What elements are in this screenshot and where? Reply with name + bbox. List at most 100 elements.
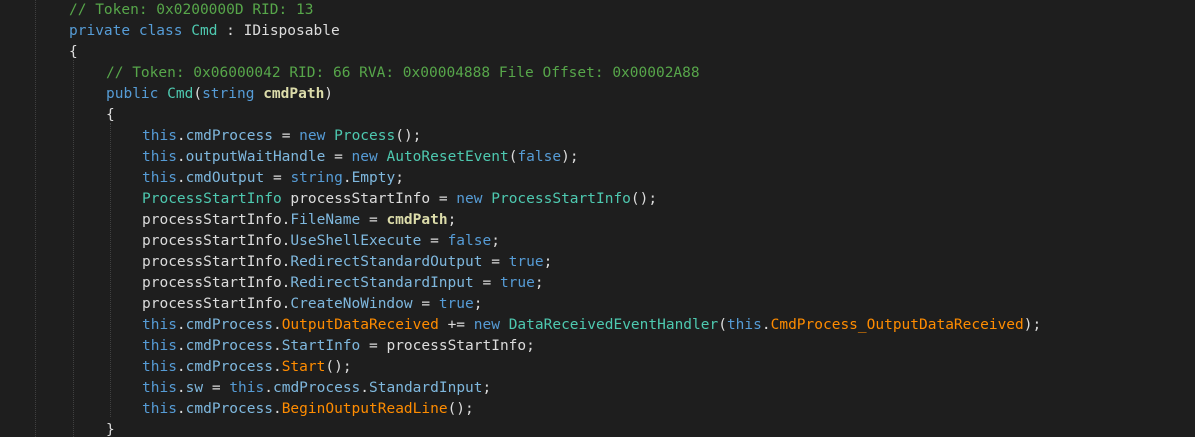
code-line[interactable]: processStartInfo.FileName = cmdPath; xyxy=(0,210,456,231)
code-token: string xyxy=(290,170,343,186)
code-token: cmdProcess xyxy=(185,401,273,417)
code-token: this xyxy=(229,380,265,396)
code-token: cmdProcess xyxy=(185,338,273,354)
code-token: true xyxy=(499,275,535,291)
code-token: this xyxy=(142,317,177,333)
code-token: sw xyxy=(185,380,204,396)
code-line[interactable]: processStartInfo.UseShellExecute = false… xyxy=(0,231,500,252)
code-token: cmdPath xyxy=(263,86,325,102)
code-token: // Token: 0x06000042 RID: 66 RVA: 0x0000… xyxy=(106,65,700,81)
code-token: . xyxy=(176,128,186,144)
code-token: false xyxy=(447,233,492,249)
code-token: Cmd xyxy=(191,23,218,39)
code-token: ; xyxy=(491,233,500,249)
code-line[interactable]: // Token: 0x0200000D RID: 13 xyxy=(0,0,313,21)
code-token: RedirectStandardInput xyxy=(290,275,474,291)
code-token: class xyxy=(138,23,183,39)
code-token: true xyxy=(508,254,544,270)
code-token: this xyxy=(142,128,177,144)
code-token: = xyxy=(360,212,387,228)
code-token: Empty xyxy=(351,170,396,186)
code-token: = xyxy=(325,149,352,165)
code-token: // Token: 0x0200000D RID: 13 xyxy=(69,2,314,18)
code-token: this xyxy=(142,359,177,375)
code-line[interactable]: this.cmdProcess.StartInfo = processStart… xyxy=(0,336,535,357)
code-token: this xyxy=(142,149,177,165)
code-token: . xyxy=(176,380,186,396)
code-token: = xyxy=(264,170,291,186)
code-token: cmdPath xyxy=(386,212,448,228)
code-token: ); xyxy=(561,149,579,165)
code-editor[interactable]: // Token: 0x0200000D RID: 13 private clas… xyxy=(0,0,1195,437)
code-token: UseShellExecute xyxy=(290,233,422,249)
code-line[interactable]: this.outputWaitHandle = new AutoResetEve… xyxy=(0,147,579,168)
code-token: . xyxy=(176,317,186,333)
code-token: . xyxy=(176,401,186,417)
code-token: = processStartInfo; xyxy=(360,338,535,354)
code-token: . xyxy=(342,170,352,186)
code-line[interactable]: { xyxy=(0,105,115,126)
code-token: { xyxy=(69,44,78,60)
code-line[interactable]: // Token: 0x06000042 RID: 66 RVA: 0x0000… xyxy=(0,63,700,84)
code-token: processStartInfo. xyxy=(142,296,291,312)
code-token: = xyxy=(473,275,500,291)
code-token: ProcessStartInfo xyxy=(142,191,282,207)
code-token: (); xyxy=(395,128,422,144)
code-token: += xyxy=(438,317,474,333)
code-token: OutputDataReceived xyxy=(281,317,439,333)
code-line[interactable]: this.cmdOutput = string.Empty; xyxy=(0,168,404,189)
code-token: this xyxy=(142,380,177,396)
code-token: . xyxy=(264,380,273,396)
code-token: outputWaitHandle xyxy=(185,149,326,165)
code-token: . xyxy=(176,338,186,354)
code-token: true xyxy=(438,296,474,312)
code-line[interactable]: { xyxy=(0,42,78,63)
code-line[interactable]: } xyxy=(0,420,115,437)
code-line[interactable]: processStartInfo.RedirectStandardOutput … xyxy=(0,252,552,273)
code-line[interactable]: processStartInfo.RedirectStandardInput =… xyxy=(0,273,544,294)
code-token: cmdProcess xyxy=(185,317,273,333)
code-token: this xyxy=(142,338,177,354)
code-token: IDisposable xyxy=(243,23,340,39)
code-token: = xyxy=(482,254,509,270)
code-token: = xyxy=(272,128,300,144)
code-token: DataReceivedEventHandler xyxy=(508,317,719,333)
code-token: . xyxy=(761,317,771,333)
code-token: this xyxy=(142,401,177,417)
code-token: . xyxy=(176,170,186,186)
code-token: processStartInfo. xyxy=(142,254,291,270)
code-token: ); xyxy=(1023,317,1042,333)
code-token: ; xyxy=(534,275,544,291)
code-token: Start xyxy=(281,359,326,375)
code-token: . xyxy=(176,359,186,375)
code-token: (); xyxy=(447,401,474,417)
code-line[interactable]: this.cmdProcess.OutputDataReceived += ne… xyxy=(0,315,1041,336)
code-line[interactable]: this.cmdProcess = new Process(); xyxy=(0,126,421,147)
code-token: . xyxy=(272,338,282,354)
code-token: cmdProcess xyxy=(185,128,273,144)
code-token: ) xyxy=(324,86,334,102)
code-line[interactable]: private class Cmd : IDisposable xyxy=(0,21,340,42)
code-token: : xyxy=(217,23,244,39)
code-token: BeginOutputReadLine xyxy=(281,401,448,417)
code-token: this xyxy=(726,317,762,333)
code-token: ; xyxy=(395,170,404,186)
code-line[interactable]: public Cmd(string cmdPath) xyxy=(0,84,333,105)
code-token: (); xyxy=(630,191,658,207)
code-line[interactable]: this.cmdProcess.Start(); xyxy=(0,357,352,378)
code-token: ; xyxy=(447,212,457,228)
code-token: Process xyxy=(334,128,396,144)
code-token: CmdProcess_OutputDataReceived xyxy=(770,317,1024,333)
code-line[interactable]: ProcessStartInfo processStartInfo = new … xyxy=(0,189,657,210)
code-token: processStartInfo. xyxy=(142,212,291,228)
code-token: } xyxy=(106,422,115,437)
code-line[interactable]: this.sw = this.cmdProcess.StandardInput; xyxy=(0,378,491,399)
code-token: cmdProcess xyxy=(272,380,361,396)
code-line[interactable]: processStartInfo.CreateNoWindow = true; xyxy=(0,294,482,315)
code-token: Cmd xyxy=(167,86,194,102)
code-line[interactable]: this.cmdProcess.BeginOutputReadLine(); xyxy=(0,399,474,420)
code-token: . xyxy=(176,149,186,165)
